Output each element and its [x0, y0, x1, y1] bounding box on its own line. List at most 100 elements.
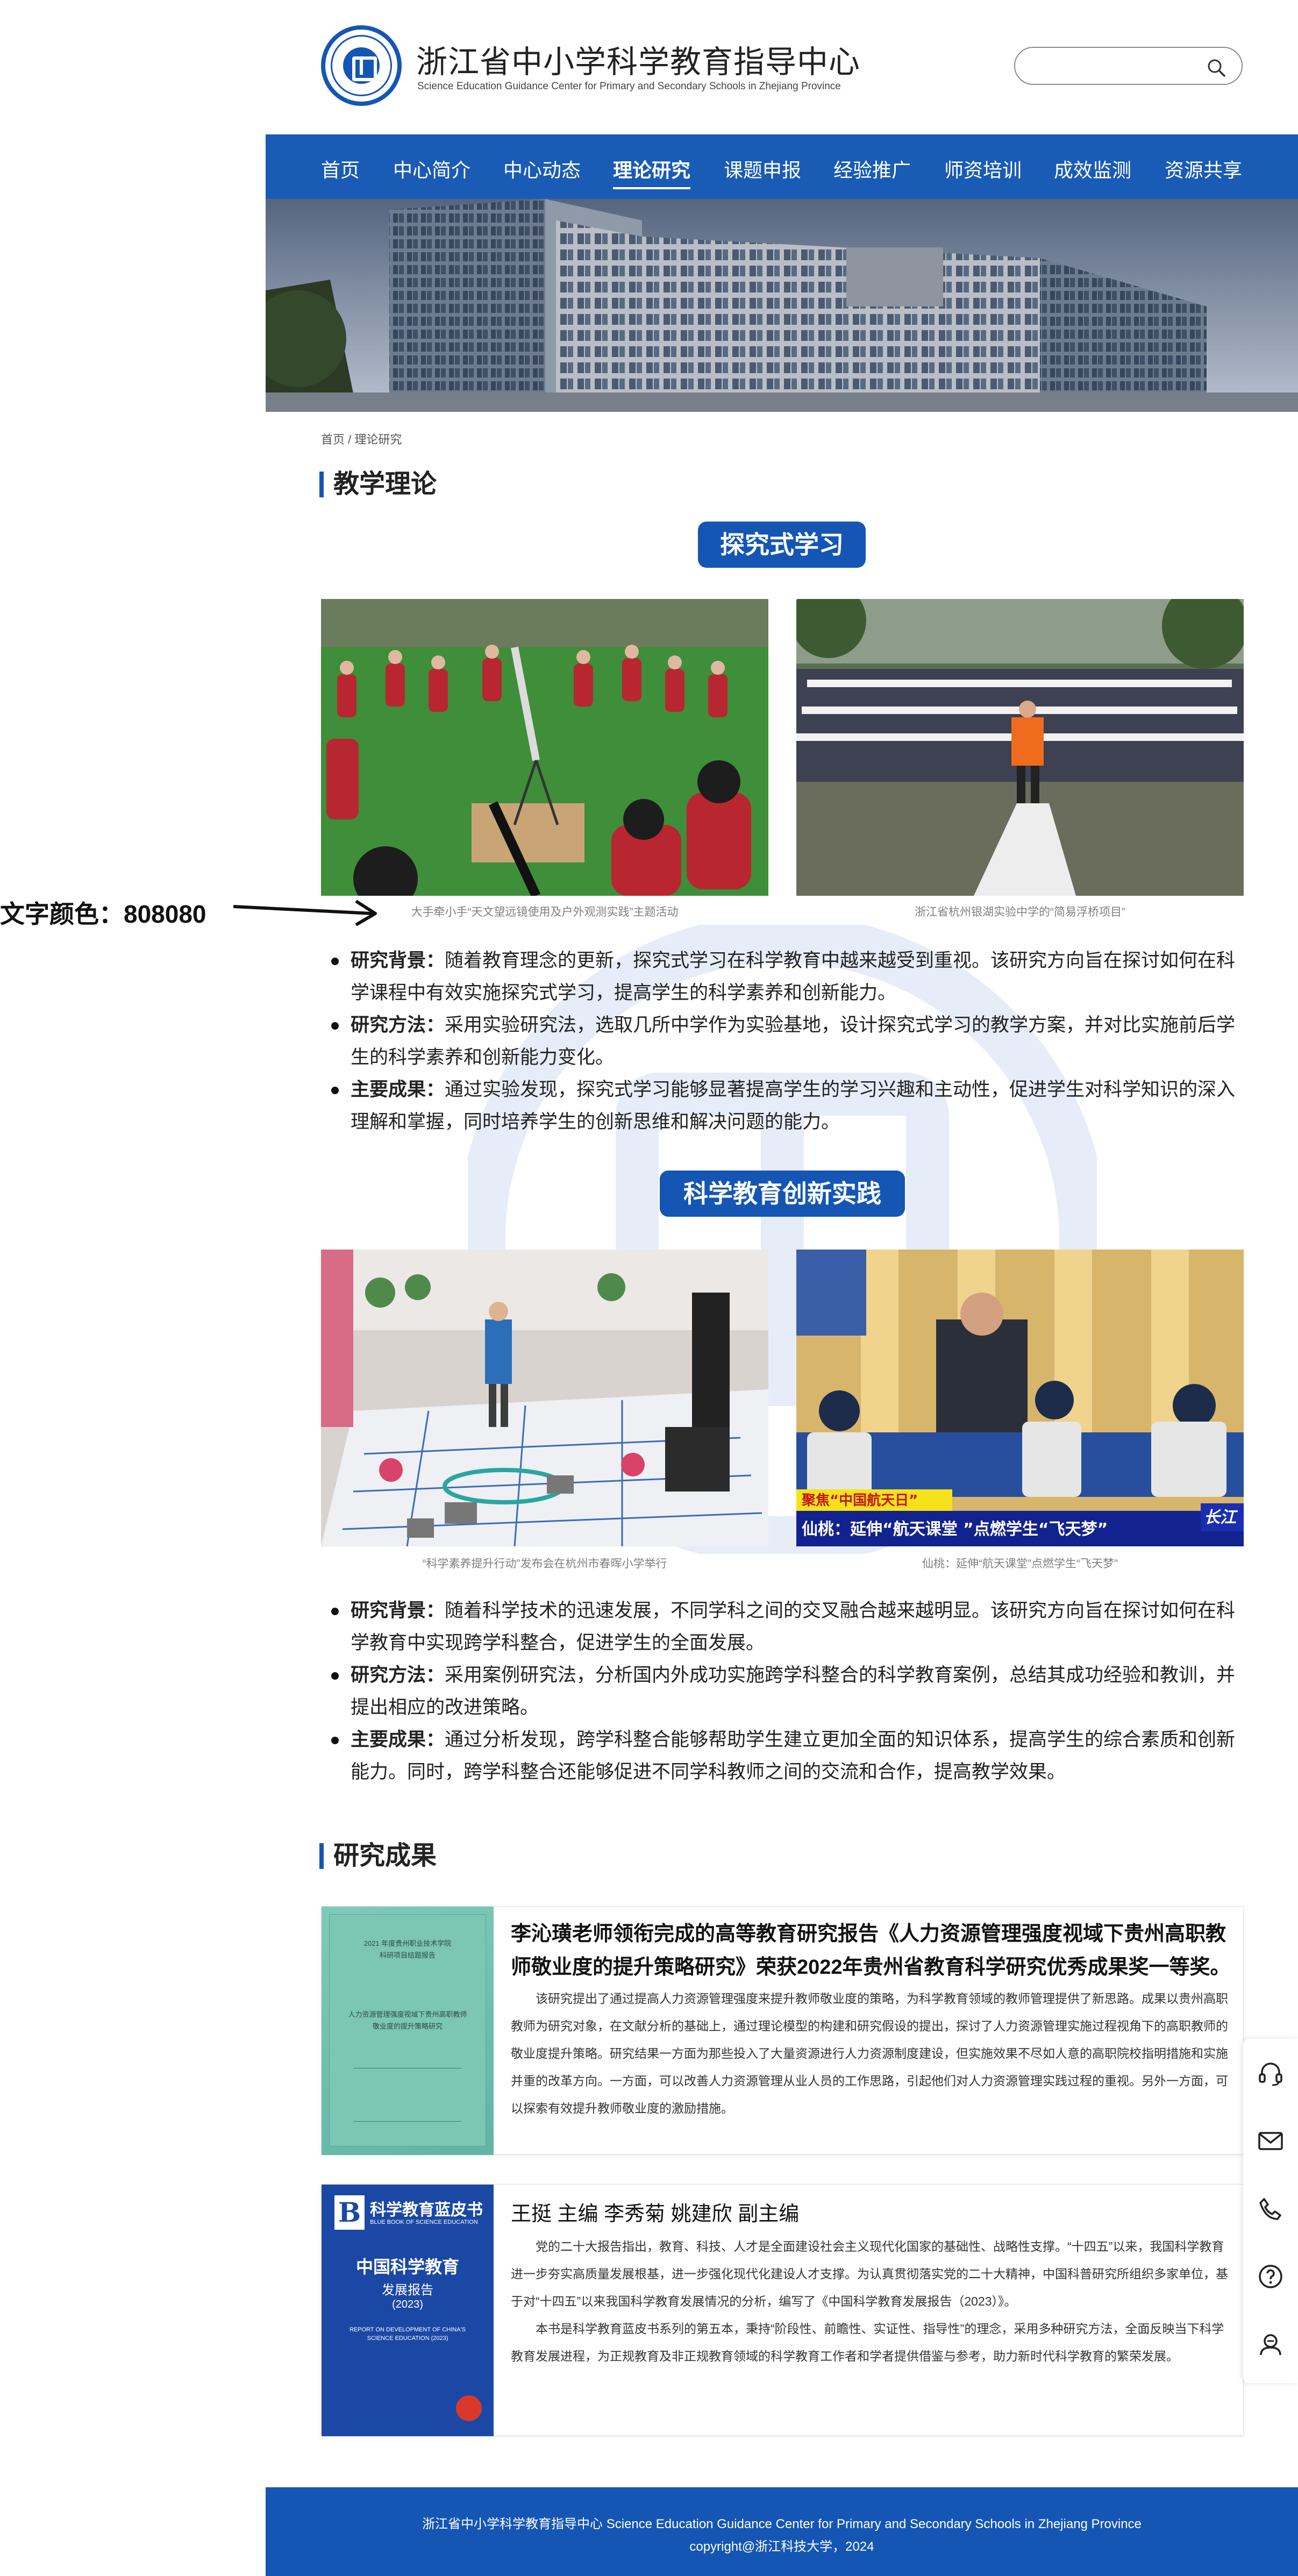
photo-caption: 浙江省杭州银湖实验中学的“简易浮桥项目” [915, 906, 1125, 918]
search-input[interactable] [1030, 54, 1202, 78]
tv-tag: 聚焦“中国航天日” [801, 1492, 918, 1509]
bluebook-brand-en: BLUE BOOK OF SCIENCE EDUCATION [370, 2219, 478, 2225]
breadcrumb-sep: / [348, 433, 352, 446]
bullet-label: 研究背景： [351, 950, 445, 971]
bullet-label: 主要成果： [351, 1729, 445, 1750]
building-illustration [266, 199, 1298, 412]
bluebook-year: (2023) [392, 2299, 423, 2310]
tv-logo: 长江 [1204, 1508, 1238, 1527]
report-cover-line: 2021 年度贵州职业技术学院 [363, 1939, 452, 1947]
result-paragraph: 党的二十大报告指出，教育、科技、人才是全面建设社会主义现代化国家的基础性、战略性… [511, 2239, 1228, 2308]
topic-pill-inquiry: 探究式学习 [698, 522, 866, 568]
footer-copyright: copyright@浙江科技大学，2024 [689, 2539, 874, 2554]
result-paragraph: 本书是科学教育蓝皮书系列的第五本，秉持“阶段性、前瞻性、实证性、指导性”的理念，… [511, 2322, 1224, 2363]
bullet-label: 研究方法： [351, 1015, 445, 1036]
bullet-text: 通过分析发现，跨学科整合能够帮助学生建立更加全面的知识体系，提高学生的综合素质和… [351, 1729, 1236, 1782]
result-body: 党的二十大报告指出，教育、科技、人才是全面建设社会主义现代化国家的基础性、战略性… [511, 2233, 1231, 2370]
chat-icon[interactable] [1257, 2330, 1285, 2358]
section-heading-results: 研究成果 [319, 1843, 437, 1869]
bullet-text: 采用案例研究法，分析国内外成功实施跨学科整合的科学教育案例，总结其成功经验和教训… [351, 1665, 1236, 1718]
nav-resources[interactable]: 资源共享 [1165, 155, 1242, 183]
report-cover-art: 2021 年度贵州职业技术学院 科研项目结题报告 人力资源管理强度视域下贵州高职… [322, 1907, 494, 2155]
arrow-icon [233, 900, 377, 926]
tv-headline: 仙桃：延伸“航天课堂 ”点燃学生“飞天梦” [802, 1520, 1108, 1539]
nav-monitoring[interactable]: 成效监测 [1054, 155, 1131, 183]
color-annotation: 文字颜色：808080 [0, 900, 206, 928]
result-title[interactable]: 王挺 主编 李秀菊 姚建欣 副主编 [511, 2197, 1231, 2231]
topic-pill-innovation: 科学教育创新实践 [660, 1171, 905, 1217]
photo-robot-event [321, 1250, 768, 1546]
list-item: 研究背景：随着科学技术的迅速发展，不同学科之间的交叉融合越来越明显。该研究方向旨… [328, 1595, 1242, 1659]
help-icon[interactable] [1257, 2263, 1285, 2290]
bluebook-title: 中国科学教育 [355, 2257, 459, 2277]
bullet-label: 主要成果： [351, 1079, 445, 1100]
bullet-text: 随着教育理念的更新，探究式学习在科学教育中越来越受到重视。该研究方向旨在探讨如何… [351, 950, 1236, 1003]
bullet-text: 通过实验发现，探究式学习能够显著提高学生的学习兴趣和主动性，促进学生对科学知识的… [351, 1079, 1236, 1132]
footer-org: 浙江省中小学科学教育指导中心 Science Education Guidanc… [422, 2517, 1142, 2531]
bluebook-en-title: REPORT ON DEVELOPMENT OF CHINA'S SCIENCE… [349, 2327, 466, 2342]
photo-bridge-illustration [796, 599, 1244, 896]
breadcrumb-home[interactable]: 首页 [321, 433, 345, 446]
photo-caption: 仙桃：延伸“航天课堂”点燃学生“飞天梦” [922, 1558, 1118, 1570]
report-cover-title: 人力资源管理强度视域下贵州高职教师 敬业度的提升策略研究 [322, 2009, 494, 2032]
result-paragraph: 该研究提出了通过提高人力资源管理强度来提升教师敬业度的策略，为科学教育领域的教师… [511, 1992, 1228, 2115]
photo-telescope-activity [321, 599, 768, 896]
inquiry-bullet-list: 研究背景：随着教育理念的更新，探究式学习在科学教育中越来越受到重视。该研究方向旨… [328, 945, 1242, 1138]
phone-icon[interactable] [1257, 2195, 1285, 2223]
site-title: 浙江省中小学科学教育指导中心 [416, 45, 861, 80]
side-toolbar [1243, 2039, 1298, 2383]
logo-core [343, 47, 380, 84]
report-cover-rule [354, 2068, 461, 2122]
bluebook-badge [456, 2395, 482, 2421]
nav-theory[interactable]: 理论研究 [613, 155, 691, 189]
result-card[interactable]: B 科学教育蓝皮书 BLUE BOOK OF SCIENCE EDUCATION… [321, 2184, 1244, 2436]
report-cover-line: 敬业度的提升策略研究 [372, 2022, 443, 2030]
nav-about[interactable]: 中心简介 [393, 155, 470, 183]
result-card[interactable]: 2021 年度贵州职业技术学院 科研项目结题报告 人力资源管理强度视域下贵州高职… [321, 1906, 1244, 2155]
bluebook-brand: 科学教育蓝皮书 [370, 2201, 483, 2220]
list-item: 研究背景：随着教育理念的更新，探究式学习在科学教育中越来越受到重视。该研究方向旨… [328, 945, 1242, 1009]
nav-projects[interactable]: 课题申报 [724, 155, 801, 183]
main-nav: 首页 中心简介 中心动态 理论研究 课题申报 经验推广 师资培训 成效监测 资源… [266, 134, 1298, 199]
search-icon[interactable] [1207, 59, 1225, 77]
breadcrumb: 首页 / 理论研究 [321, 430, 402, 447]
bullet-text: 采用实验研究法，选取几所中学作为实验基地，设计探究式学习的教学方案，并对比实施前… [351, 1015, 1236, 1068]
bluebook-cover-art: B 科学教育蓝皮书 BLUE BOOK OF SCIENCE EDUCATION… [322, 2185, 494, 2436]
section-heading-theory: 教学理论 [319, 472, 437, 497]
list-item: 研究方法：采用案例研究法，分析国内外成功实施跨学科整合的科学教育案例，总结其成功… [328, 1659, 1242, 1724]
nav-news[interactable]: 中心动态 [503, 155, 581, 183]
nav-training[interactable]: 师资培训 [944, 155, 1022, 183]
banner-image [266, 199, 1298, 412]
list-item: 主要成果：通过分析发现，跨学科整合能够帮助学生建立更加全面的知识体系，提高学生的… [328, 1724, 1242, 1788]
photo-robot-illustration [321, 1250, 768, 1546]
bluebook-title2: 发展报告 [382, 2283, 433, 2297]
photo-telescope-illustration [321, 599, 768, 896]
nav-home[interactable]: 首页 [321, 155, 360, 183]
report-cover: 2021 年度贵州职业技术学院 科研项目结题报告 人力资源管理强度视域下贵州高职… [322, 1907, 494, 2155]
report-cover-line: 人力资源管理强度视域下贵州高职教师 [348, 2010, 467, 2018]
result-title[interactable]: 李沁璜老师领衔完成的高等教育研究报告《人力资源管理强度视域下贵州高职教师敬业度的… [511, 1917, 1231, 1984]
bullet-label: 研究方法： [351, 1665, 445, 1686]
photo-caption: 大手牵小手“天文望远镜使用及户外观测实践”主题活动 [411, 906, 679, 918]
photo-floating-bridge [796, 599, 1244, 896]
bullet-label: 研究背景： [351, 1600, 445, 1621]
breadcrumb-current: 理论研究 [354, 433, 402, 446]
photo-classroom-illustration: 聚焦“中国航天日” 仙桃：延伸“航天课堂 ”点燃学生“飞天梦” 长江 [796, 1250, 1244, 1546]
photo-space-classroom: 聚焦“中国航天日” 仙桃：延伸“航天课堂 ”点燃学生“飞天梦” 长江 [796, 1250, 1244, 1546]
bluebook-cover: B 科学教育蓝皮书 BLUE BOOK OF SCIENCE EDUCATION… [322, 2185, 494, 2436]
report-cover-line: 科研项目结题报告 [379, 1951, 436, 1959]
headset-icon[interactable] [1257, 2059, 1285, 2087]
result-body: 该研究提出了通过提高人力资源管理强度来提升教师敬业度的策略，为科学教育领域的教师… [511, 1985, 1231, 2122]
site-logo[interactable] [321, 25, 402, 106]
nav-experience[interactable]: 经验推广 [833, 155, 911, 183]
bluebook-b-mark: B [334, 2195, 365, 2230]
report-cover-heading: 2021 年度贵州职业技术学院 科研项目结题报告 [322, 1938, 494, 1961]
mail-icon[interactable] [1257, 2127, 1285, 2155]
innovation-bullet-list: 研究背景：随着科学技术的迅速发展，不同学科之间的交叉融合越来越明显。该研究方向旨… [328, 1595, 1242, 1788]
list-item: 研究方法：采用实验研究法，选取几所中学作为实验基地，设计探究式学习的教学方案，并… [328, 1009, 1242, 1074]
footer: 浙江省中小学科学教育指导中心 Science Education Guidanc… [266, 2487, 1298, 2576]
list-item: 主要成果：通过实验发现，探究式学习能够显著提高学生的学习兴趣和主动性，促进学生对… [328, 1074, 1242, 1138]
photo-caption: “科学素养提升行动”发布会在杭州市春晖小学举行 [422, 1558, 667, 1570]
site-subtitle: Science Education Guidance Center for Pr… [417, 81, 841, 92]
search-box[interactable] [1014, 47, 1243, 85]
